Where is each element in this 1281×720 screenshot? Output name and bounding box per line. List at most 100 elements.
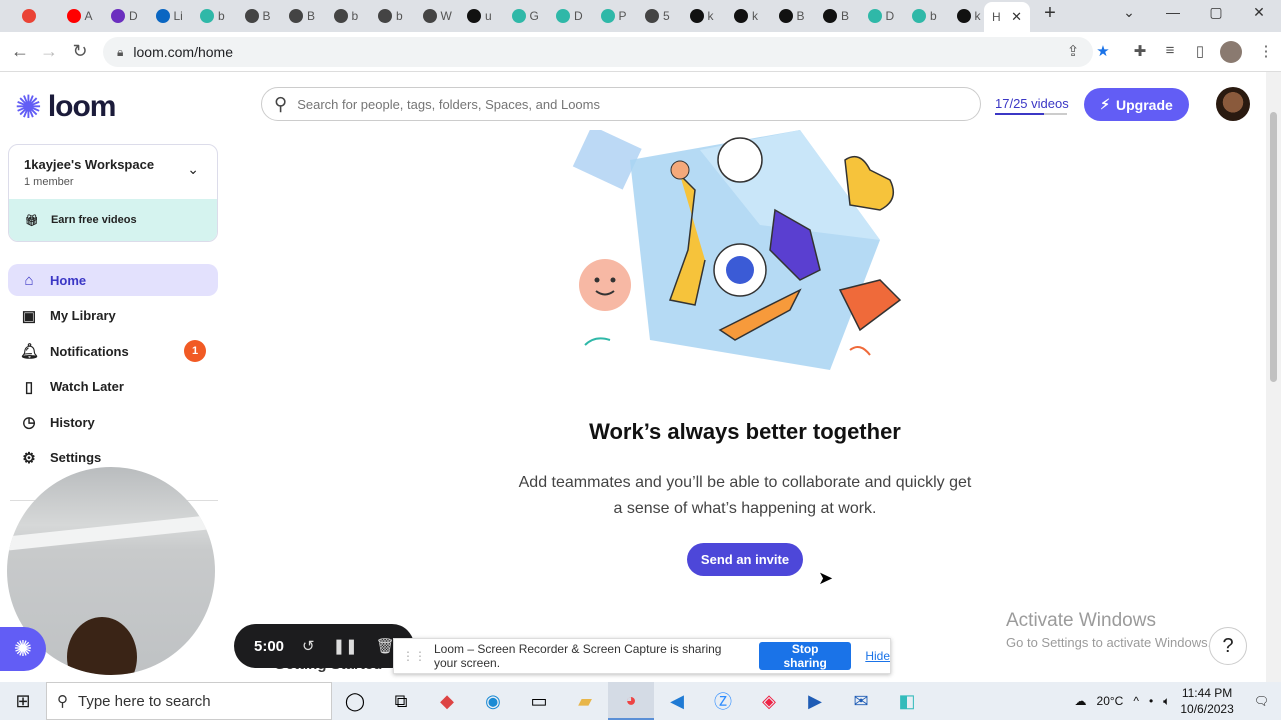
edge-icon[interactable]: ◉ — [470, 682, 516, 720]
browser-tab[interactable]: u — [459, 4, 503, 28]
browser-tab[interactable]: b — [326, 4, 370, 28]
tab-close-icon[interactable]: ✕ — [1011, 9, 1022, 25]
temperature[interactable]: 20°C — [1097, 694, 1124, 708]
git-icon[interactable]: ◈ — [746, 682, 792, 720]
help-button[interactable]: ? — [1209, 627, 1247, 665]
sidebar-item-my-library[interactable]: ▣ My Library — [8, 300, 218, 332]
browser-tab[interactable]: A — [59, 4, 103, 28]
minimize-button[interactable]: — — [1158, 4, 1188, 20]
tab-favicon-icon — [867, 9, 882, 23]
weather-icon[interactable]: ☁ — [1075, 694, 1087, 708]
stop-sharing-button[interactable]: Stop sharing — [758, 642, 852, 670]
side-panel-icon[interactable]: ▯ — [1190, 42, 1210, 60]
browser-tab[interactable]: k — [726, 4, 770, 28]
chevron-down-icon[interactable]: ⌄ — [187, 161, 199, 178]
browser-tab[interactable]: B — [281, 4, 325, 28]
terminal-icon[interactable]: ▭ — [516, 682, 562, 720]
browser-tab[interactable]: b — [192, 4, 236, 28]
powershell-icon[interactable]: ▶ — [792, 682, 838, 720]
search-bar[interactable]: ⚲ — [261, 87, 981, 121]
tab-favicon-icon — [66, 9, 81, 23]
page-scrollbar[interactable] — [1266, 72, 1281, 682]
windows-start-icon[interactable]: ⊞ — [0, 691, 46, 712]
volume-icon[interactable]: 🔈︎ — [1163, 694, 1170, 709]
maximize-button[interactable]: ▢ — [1201, 4, 1231, 21]
tab-active[interactable]: H ✕ — [984, 2, 1030, 32]
browser-tab[interactable]: 5 — [637, 4, 681, 28]
hide-link[interactable]: Hide — [865, 649, 890, 663]
zoom-icon[interactable]: Ⓩ — [700, 682, 746, 720]
tab-label: G — [529, 9, 539, 23]
tab-label: P — [618, 9, 627, 23]
network-icon[interactable]: • — [1149, 694, 1153, 708]
reload-icon[interactable]: ↻ — [69, 41, 91, 62]
chrome-icon[interactable]: ◕ — [608, 682, 654, 720]
extensions-icon[interactable]: ✚ — [1130, 42, 1150, 60]
app-icon[interactable]: ◆ — [424, 682, 470, 720]
search-input[interactable] — [297, 96, 918, 112]
browser-tab[interactable]: D — [548, 4, 592, 28]
sidebar-item-watch-later[interactable]: ▯ Watch Later — [8, 371, 218, 403]
address-bar[interactable]: 🔒︎ loom.com/home — [103, 37, 1093, 67]
forward-arrow-icon[interactable]: → — [38, 41, 60, 62]
browser-tab[interactable]: B — [237, 4, 281, 28]
system-clock[interactable]: 11:44 PM 10/6/2023 — [1180, 685, 1233, 717]
send-invite-button[interactable]: Send an invite — [687, 543, 803, 576]
browser-menu-icon[interactable]: ⋮ — [1256, 42, 1276, 60]
bookmark-star-icon[interactable]: ★ — [1093, 42, 1113, 60]
url-text: loom.com/home — [133, 44, 233, 60]
browser-tab[interactable]: b — [370, 4, 414, 28]
earn-free-videos-link[interactable]: 🎁︎ Earn free videos — [9, 199, 217, 241]
file-explorer-icon[interactable]: ▰ — [562, 682, 608, 720]
loom-logo[interactable]: ✺ loom — [15, 90, 116, 124]
media-control-icon[interactable]: ≡ — [1160, 42, 1180, 59]
profile-avatar[interactable] — [1220, 41, 1242, 63]
lock-icon: 🔒︎ — [117, 44, 124, 59]
browser-tab[interactable]: B — [771, 4, 815, 28]
new-tab-button[interactable]: + — [1035, 2, 1065, 25]
tab-label: D — [129, 9, 138, 23]
recording-timer: 5:00 — [254, 637, 285, 655]
user-avatar[interactable] — [1216, 87, 1250, 121]
clock-icon: ◷ — [22, 414, 36, 431]
share-icon[interactable]: ⇪ — [1063, 42, 1083, 60]
sidebar-item-home[interactable]: ⌂ Home — [8, 264, 218, 296]
sidebar-item-notifications[interactable]: 🔔︎ Notifications 1 — [8, 335, 218, 367]
back-arrow-icon[interactable]: ← — [9, 41, 31, 62]
browser-tab[interactable]: b — [904, 4, 948, 28]
browser-tab[interactable]: G — [504, 4, 548, 28]
browser-tab[interactable]: D — [860, 4, 904, 28]
app2-icon[interactable]: ◧ — [884, 682, 930, 720]
notifications-icon[interactable]: 🗨︎ — [1254, 694, 1269, 708]
restart-icon[interactable]: ↺ — [302, 637, 315, 655]
outlook-icon[interactable]: ✉ — [838, 682, 884, 720]
cortana-icon[interactable]: ◯ — [332, 682, 378, 720]
chevron-up-icon[interactable]: ^ — [1133, 694, 1139, 708]
browser-tab[interactable] — [14, 4, 58, 28]
videos-count[interactable]: 17/25 videos — [995, 96, 1069, 111]
task-view-icon[interactable]: ⧉ — [378, 682, 424, 720]
workspace-switcher[interactable]: 1kayjee's Workspace 1 member ⌄ 🎁︎ Earn f… — [8, 144, 218, 242]
loom-recorder-icon[interactable]: ✺ — [0, 627, 46, 671]
trash-icon[interactable]: 🗑︎ — [376, 637, 395, 655]
browser-tab[interactable]: D — [103, 4, 147, 28]
browser-toolbar: ← → ↻ 🔒︎ loom.com/home ⇪ ★ ✚ ≡ ▯ ⋮ — [0, 32, 1281, 72]
bell-icon: 🔔︎ — [20, 343, 40, 360]
browser-tab[interactable]: P — [593, 4, 637, 28]
close-window-button[interactable]: ✕ — [1244, 4, 1274, 21]
pause-icon[interactable]: ❚❚ — [333, 637, 358, 655]
browser-tab[interactable]: Li — [148, 4, 192, 28]
browser-tab[interactable]: k — [682, 4, 726, 28]
tab-search-icon[interactable]: ⌄ — [1114, 4, 1144, 21]
tab-label: k — [752, 9, 758, 23]
drag-handle-icon[interactable]: ⋮⋮ — [402, 649, 426, 663]
sidebar-item-history[interactable]: ◷ History — [8, 406, 218, 438]
upgrade-button[interactable]: ⚡︎ Upgrade — [1084, 88, 1189, 121]
browser-tab[interactable]: W — [415, 4, 459, 28]
taskbar-search[interactable]: ⚲ Type here to search — [46, 682, 332, 720]
browser-tab[interactable]: B — [815, 4, 859, 28]
vscode-icon[interactable]: ◀ — [654, 682, 700, 720]
library-icon: ▣ — [21, 307, 37, 325]
scrollbar-thumb[interactable] — [1270, 112, 1277, 382]
sidebar-item-label: My Library — [50, 308, 116, 323]
